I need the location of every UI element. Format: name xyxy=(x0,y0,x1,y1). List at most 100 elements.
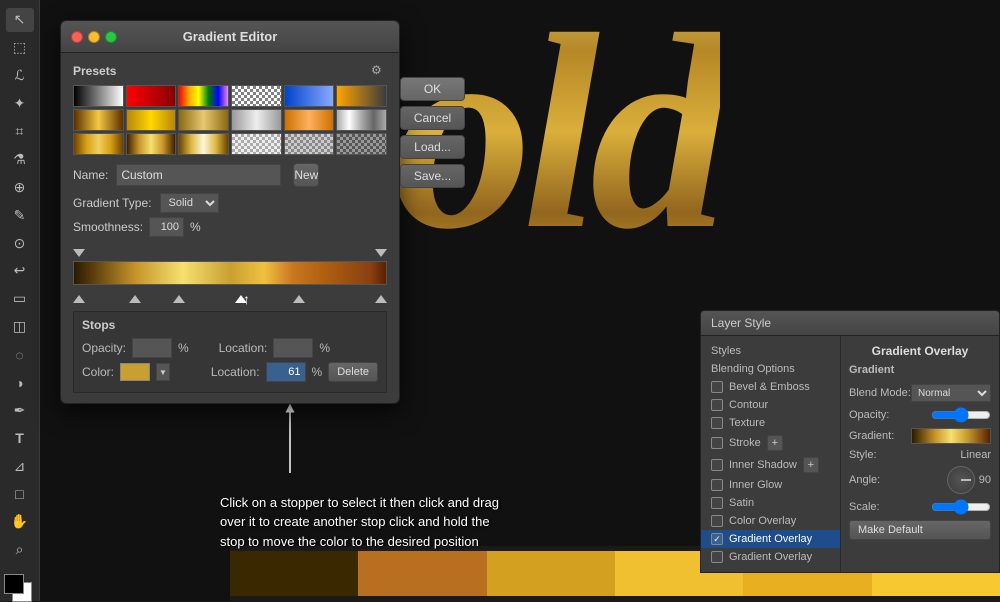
tool-magic-wand[interactable]: ✦ xyxy=(6,92,34,116)
scale-slider[interactable] xyxy=(931,499,991,515)
stroke-add-btn[interactable]: + xyxy=(767,435,783,451)
preset-silver[interactable] xyxy=(231,109,282,131)
color-overlay-checkbox[interactable] xyxy=(711,515,723,527)
new-button[interactable]: New xyxy=(293,163,319,187)
gear-icon[interactable]: ⚙ xyxy=(371,63,387,79)
layer-style-item-bevel[interactable]: Bevel & Emboss xyxy=(701,378,840,396)
tool-type[interactable]: T xyxy=(6,426,34,450)
opacity-input[interactable] xyxy=(132,338,172,358)
color-stop-20[interactable] xyxy=(129,295,141,303)
location-input-opacity[interactable] xyxy=(273,338,313,358)
layer-style-item-texture[interactable]: Texture xyxy=(701,414,840,432)
tool-path[interactable]: ⊿ xyxy=(6,454,34,478)
preset-check2[interactable] xyxy=(284,133,335,155)
ok-button[interactable]: OK xyxy=(400,77,465,101)
layer-style-item-gradient-overlay[interactable]: ✓ Gradient Overlay xyxy=(701,530,840,548)
layer-style-item-blending[interactable]: Blending Options xyxy=(701,360,840,378)
angle-dial[interactable] xyxy=(947,466,975,494)
layer-style-item-stroke[interactable]: Stroke + xyxy=(701,432,840,454)
maximize-button[interactable] xyxy=(105,31,117,43)
opacity-stop-left[interactable] xyxy=(73,249,85,257)
preset-check3[interactable] xyxy=(336,133,387,155)
color-stop-0[interactable] xyxy=(73,295,85,303)
preset-transparent[interactable] xyxy=(231,85,282,107)
swatch-2[interactable] xyxy=(358,551,486,596)
tool-lasso[interactable]: ℒ xyxy=(6,64,34,88)
gradient-overlay2-checkbox[interactable] xyxy=(711,551,723,563)
swatch-1[interactable] xyxy=(230,551,358,596)
preset-check1[interactable] xyxy=(231,133,282,155)
tool-dodge[interactable]: ◑ xyxy=(6,371,34,395)
layer-style-item-satin[interactable]: Satin xyxy=(701,494,840,512)
location-input-color[interactable] xyxy=(266,362,306,382)
smoothness-input[interactable] xyxy=(149,217,184,237)
tool-stamp[interactable]: ⊙ xyxy=(6,231,34,255)
gradient-overlay-checkbox[interactable]: ✓ xyxy=(711,533,723,545)
tool-eraser[interactable]: ▭ xyxy=(6,287,34,311)
gradient-type-select[interactable]: Solid Noise xyxy=(160,193,219,213)
name-input[interactable] xyxy=(116,164,281,186)
tool-move[interactable]: ↖ xyxy=(6,8,34,32)
tool-healing[interactable]: ⊕ xyxy=(6,175,34,199)
color-stop-35[interactable] xyxy=(173,295,185,303)
tool-eyedropper[interactable]: ⚗ xyxy=(6,147,34,171)
preset-gold4[interactable] xyxy=(73,133,124,155)
minimize-button[interactable] xyxy=(88,31,100,43)
preset-red[interactable] xyxy=(126,85,177,107)
layer-style-item-gradient-overlay2[interactable]: Gradient Overlay xyxy=(701,548,840,566)
preset-orange-trans[interactable] xyxy=(336,85,387,107)
tool-hand[interactable]: ✋ xyxy=(6,510,34,534)
preset-blue[interactable] xyxy=(284,85,335,107)
layer-style-item-styles[interactable]: Styles xyxy=(701,342,840,360)
load-button[interactable]: Load... xyxy=(400,135,465,159)
color-stop-100[interactable] xyxy=(375,295,387,303)
satin-checkbox[interactable] xyxy=(711,497,723,509)
inner-glow-checkbox[interactable] xyxy=(711,479,723,491)
foreground-color-swatch[interactable] xyxy=(4,574,24,594)
preset-black-white[interactable] xyxy=(73,85,124,107)
opacity-row: Opacity: % Location: % xyxy=(82,338,378,358)
make-default-button[interactable]: Make Default xyxy=(849,520,991,540)
cancel-button[interactable]: Cancel xyxy=(400,106,465,130)
texture-checkbox[interactable] xyxy=(711,417,723,429)
color-stop-61[interactable] xyxy=(235,295,247,303)
opacity-stop-right[interactable] xyxy=(375,249,387,257)
preset-chrome[interactable] xyxy=(336,109,387,131)
preset-gold3[interactable] xyxy=(178,109,229,131)
tool-zoom[interactable]: ⌕ xyxy=(6,538,34,562)
color-dropdown[interactable]: ▼ xyxy=(156,363,170,381)
inner-shadow-checkbox[interactable] xyxy=(711,459,723,471)
stroke-checkbox[interactable] xyxy=(711,437,723,449)
blend-mode-select[interactable]: Normal Multiply Screen xyxy=(911,384,991,402)
close-button[interactable] xyxy=(71,31,83,43)
panel-gradient-preview[interactable] xyxy=(911,428,991,444)
gradient-bar[interactable] xyxy=(73,261,387,285)
layer-style-item-inner-glow[interactable]: Inner Glow xyxy=(701,476,840,494)
contour-checkbox[interactable] xyxy=(711,399,723,411)
preset-gold5[interactable] xyxy=(126,133,177,155)
tool-brush[interactable]: ✎ xyxy=(6,203,34,227)
swatch-3[interactable] xyxy=(487,551,615,596)
preset-copper[interactable] xyxy=(284,109,335,131)
bevel-checkbox[interactable] xyxy=(711,381,723,393)
color-stop-75[interactable] xyxy=(293,295,305,303)
layer-style-item-color-overlay[interactable]: Color Overlay xyxy=(701,512,840,530)
tool-shape[interactable]: □ xyxy=(6,482,34,506)
opacity-slider[interactable] xyxy=(931,407,991,423)
save-button[interactable]: Save... xyxy=(400,164,465,188)
preset-gold2[interactable] xyxy=(126,109,177,131)
color-swatch[interactable] xyxy=(120,363,150,381)
preset-gold1[interactable] xyxy=(73,109,124,131)
preset-gold6[interactable] xyxy=(178,133,229,155)
tool-gradient[interactable]: ◫ xyxy=(6,315,34,339)
inner-shadow-add-btn[interactable]: + xyxy=(803,457,819,473)
tool-crop[interactable]: ⌗ xyxy=(6,120,34,144)
tool-pen[interactable]: ✒ xyxy=(6,398,34,422)
delete-button[interactable]: Delete xyxy=(328,362,378,382)
layer-style-item-inner-shadow[interactable]: Inner Shadow + xyxy=(701,454,840,476)
tool-blur[interactable]: ◌ xyxy=(6,343,34,367)
tool-history[interactable]: ↩ xyxy=(6,259,34,283)
preset-rainbow[interactable] xyxy=(178,85,229,107)
tool-marquee[interactable]: ⬚ xyxy=(6,36,34,60)
layer-style-item-contour[interactable]: Contour xyxy=(701,396,840,414)
